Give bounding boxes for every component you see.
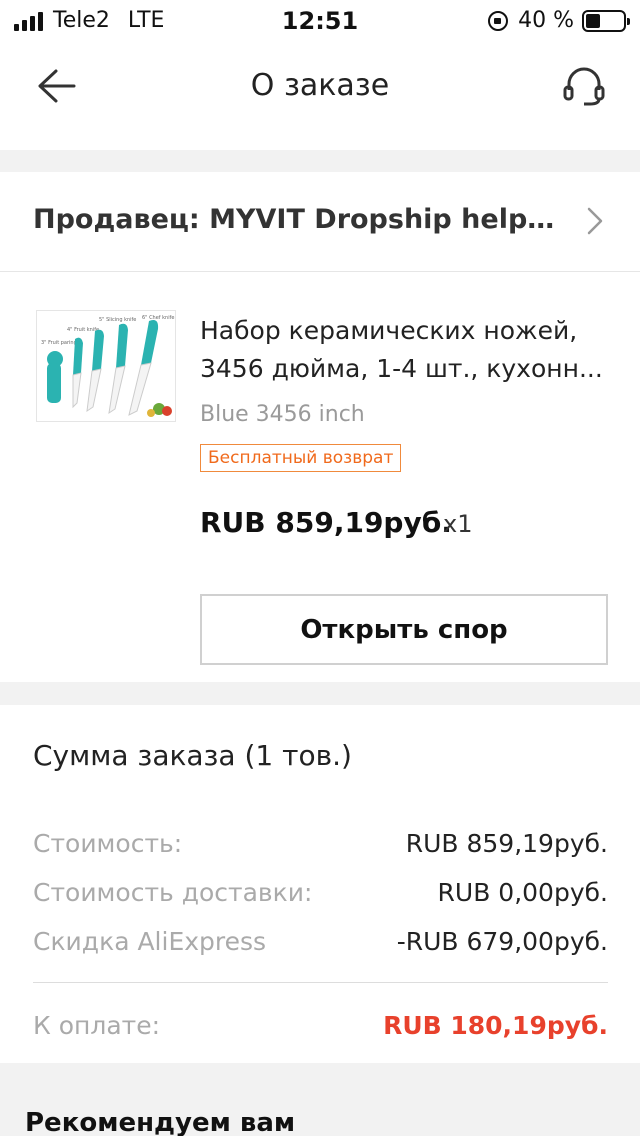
summary-title: Сумма заказа (1 тов.) [33,739,352,772]
order-item-card: Продавец: MYVIT Dropship helping h... 4"… [0,172,640,682]
summary-row-discount: Скидка AliExpress -RUB 679,00руб. [33,927,608,967]
status-bar: Tele2 LTE 12:51 40 % [0,0,640,40]
summary-label: Стоимость: [33,829,183,858]
image-label-4: 3" Fruit paring [41,340,77,346]
total-value: RUB 180,19руб. [383,1011,608,1040]
summary-value: RUB 0,00руб. [437,878,608,907]
total-label: К оплате: [33,1011,161,1040]
free-return-badge: Бесплатный возврат [200,444,402,472]
nav-bar: О заказе [0,40,640,150]
seller-name: Продавец: MYVIT Dropship helping h... [33,204,563,235]
open-dispute-button[interactable]: Открыть спор [200,594,608,665]
summary-row-shipping: Стоимость доставки: RUB 0,00руб. [33,878,608,918]
summary-label: Стоимость доставки: [33,878,313,907]
page-title: О заказе [250,68,390,103]
headset-icon [563,67,605,106]
seller-row[interactable]: Продавец: MYVIT Dropship helping h... [0,172,640,272]
product-image[interactable]: 4" Fruit knife 5" Slicing knife 6" Chef … [36,310,176,422]
recommend-title: Рекомендуем вам [25,1108,296,1136]
battery-icon [582,9,630,32]
image-label-3: 6" Chef knife [142,315,174,321]
product-quantity: x1 [443,510,473,538]
image-label-1: 4" Fruit knife [67,327,99,333]
status-right: 40 % [488,8,630,33]
product-variant: Blue 3456 inch [200,402,365,427]
image-label-2: 5" Slicing knife [99,317,136,323]
battery-percent: 40 % [518,8,574,33]
summary-row-cost: Стоимость: RUB 859,19руб. [33,829,608,869]
rotation-lock-icon [488,10,509,31]
support-button[interactable] [558,62,610,110]
knife-set-image: 4" Fruit knife 5" Slicing knife 6" Chef … [37,311,175,421]
summary-value: RUB 859,19руб. [405,829,608,858]
summary-divider [33,982,608,983]
summary-label: Скидка AliExpress [33,927,267,956]
product-price: RUB 859,19руб. [200,506,452,539]
order-summary-card: Сумма заказа (1 тов.) Стоимость: RUB 859… [0,705,640,1063]
chevron-right-icon [587,207,603,235]
product-title[interactable]: Набор керамических ножей, 3456 дюйма, 1-… [200,312,610,388]
summary-value: -RUB 679,00руб. [396,927,608,956]
summary-row-total: К оплате: RUB 180,19руб. [33,1011,608,1051]
